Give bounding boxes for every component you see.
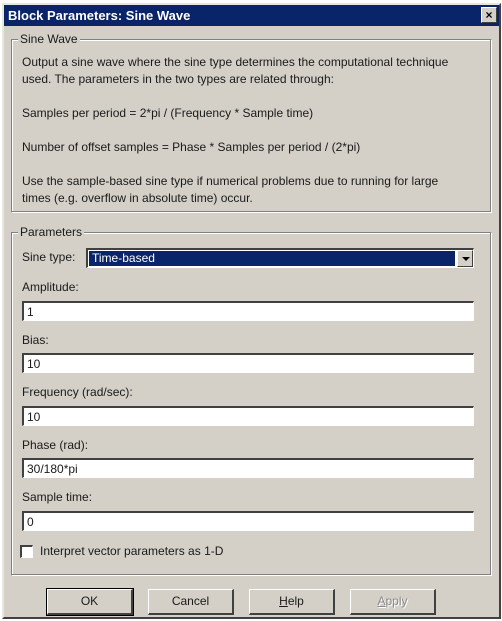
dialog-window: Block Parameters: Sine Wave × Sine Wave … xyxy=(2,3,501,619)
frequency-input[interactable]: 10 xyxy=(22,406,474,426)
phase-input[interactable]: 30/180*pi xyxy=(22,458,474,478)
description-line: Output a sine wave where the sine type d… xyxy=(22,55,449,69)
sine-type-selected-value: Time-based xyxy=(89,251,455,266)
parameters-group: Parameters Sine type: Time-based Amplitu… xyxy=(11,225,492,576)
help-label-rest: elp xyxy=(287,594,304,608)
ok-button[interactable]: OK xyxy=(46,588,134,616)
sample-time-label: Sample time: xyxy=(22,490,93,504)
window-title: Block Parameters: Sine Wave xyxy=(8,8,191,23)
sine-wave-group-title: Sine Wave xyxy=(18,32,80,46)
sample-time-input[interactable]: 0 xyxy=(22,511,474,531)
amplitude-label: Amplitude: xyxy=(22,280,79,294)
frequency-label: Frequency (rad/sec): xyxy=(22,385,133,399)
description-line: Use the sample-based sine type if numeri… xyxy=(22,174,439,188)
sine-wave-group: Sine Wave Output a sine wave where the s… xyxy=(11,32,492,213)
formula-samples-per-period: Samples per period = 2*pi / (Frequency *… xyxy=(22,106,314,120)
title-bar[interactable]: Block Parameters: Sine Wave × xyxy=(4,5,499,26)
parameters-group-title: Parameters xyxy=(18,225,85,239)
formula-offset-samples: Number of offset samples = Phase * Sampl… xyxy=(22,140,361,154)
interpret-vector-label[interactable]: Interpret vector parameters as 1-D xyxy=(40,544,223,558)
help-button[interactable]: Help xyxy=(249,589,335,615)
interpret-vector-checkbox[interactable] xyxy=(20,545,33,558)
apply-accelerator: A xyxy=(377,594,386,608)
phase-label: Phase (rad): xyxy=(22,438,89,452)
help-accelerator: H xyxy=(279,594,288,608)
description-line: times (e.g. overflow in absolute time) o… xyxy=(22,191,253,205)
chevron-down-icon[interactable] xyxy=(457,250,473,267)
bias-input[interactable]: 10 xyxy=(22,353,474,373)
sine-type-label: Sine type: xyxy=(22,250,76,264)
bias-label: Bias: xyxy=(22,333,49,347)
apply-label-rest: pply xyxy=(385,594,408,608)
apply-button[interactable]: Apply xyxy=(350,589,436,615)
sine-type-select[interactable]: Time-based xyxy=(86,248,474,268)
close-icon[interactable]: × xyxy=(481,7,497,23)
cancel-button[interactable]: Cancel xyxy=(148,589,234,615)
description-line: used. The parameters in the two types ar… xyxy=(22,72,334,86)
amplitude-input[interactable]: 1 xyxy=(22,301,474,321)
